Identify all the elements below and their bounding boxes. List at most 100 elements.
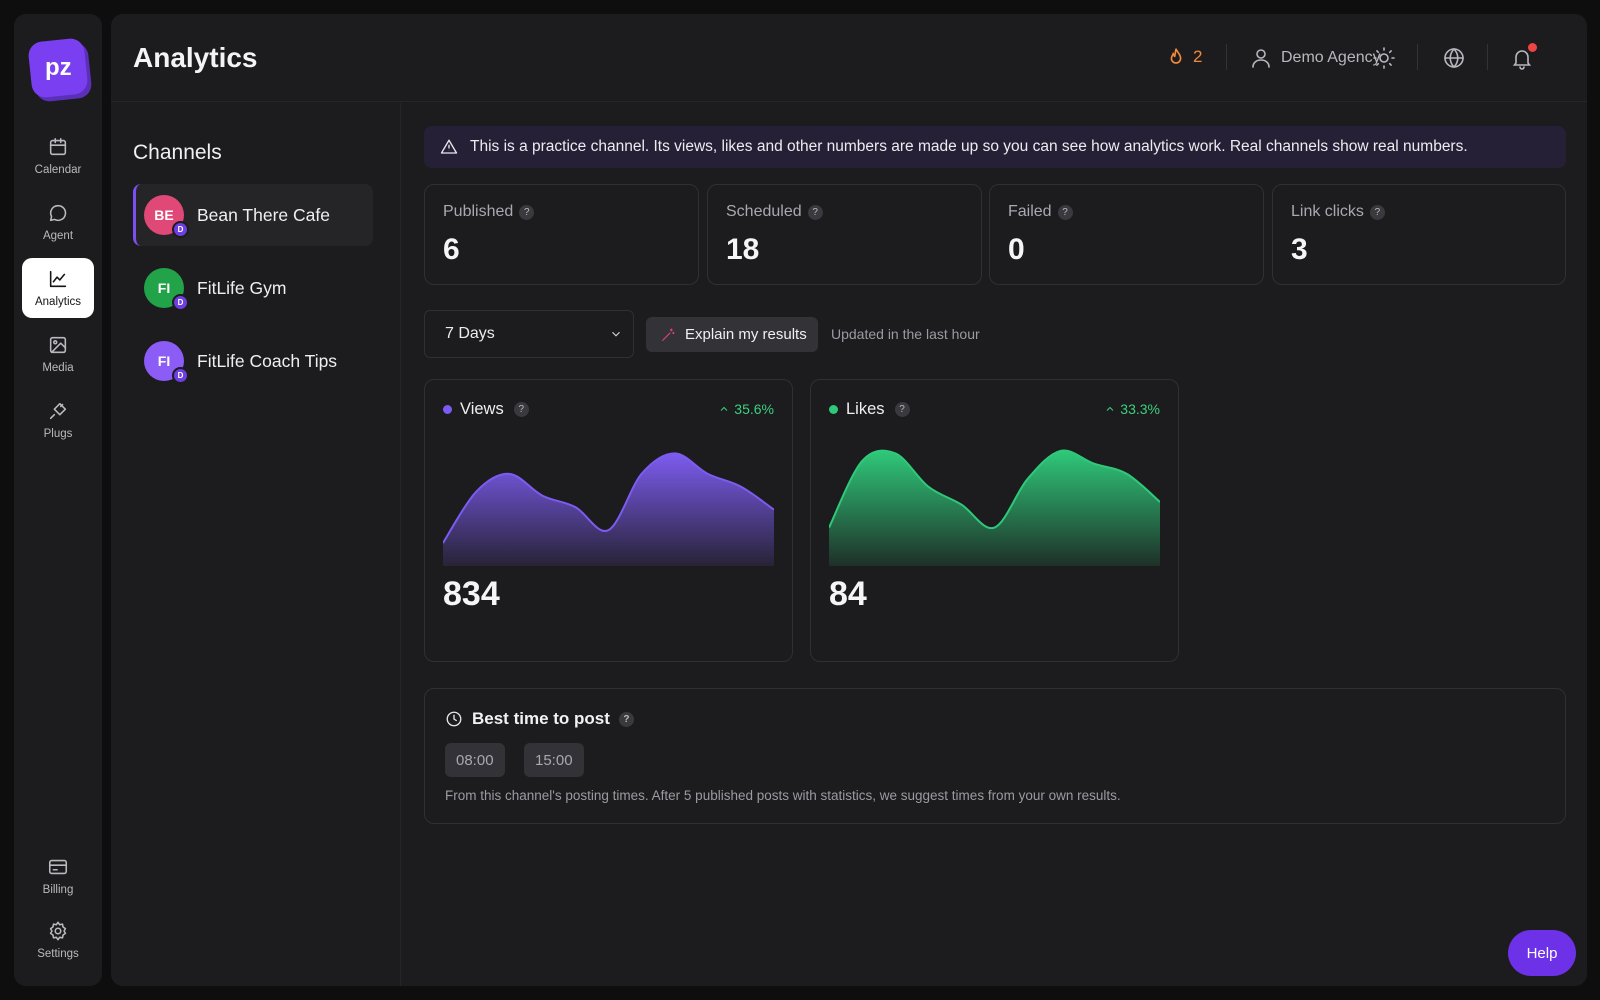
nav-label: Media [42, 362, 74, 374]
channel-avatar: FI D [144, 341, 189, 384]
views-chart-card: Views ? 35.6% 834 [424, 379, 793, 662]
streak-count: 2 [1193, 47, 1203, 66]
help-icon[interactable]: ? [618, 711, 634, 727]
likes-chart-card: Likes ? 33.3% 84 [810, 379, 1179, 662]
stat-card-scheduled: Scheduled? 18 [707, 184, 982, 285]
stat-value: 3 [1291, 233, 1308, 266]
channel-item-bean-there-cafe[interactable]: BE D Bean There Cafe [133, 184, 373, 246]
main-panel: Analytics 2 Demo Agency Channels BE D Be… [111, 14, 1587, 986]
nav-billing[interactable]: Billing [22, 846, 94, 906]
nav-analytics[interactable]: Analytics [22, 258, 94, 318]
notifications-button[interactable] [1510, 43, 1537, 70]
avatar-initials: BE [154, 207, 174, 223]
updated-status: Updated in the last hour [831, 326, 980, 342]
nav-settings[interactable]: Settings [22, 910, 94, 970]
likes-area-chart [829, 449, 1160, 566]
magic-wand-icon [662, 327, 675, 341]
chevron-up-icon [1106, 406, 1114, 411]
flame-icon [1170, 48, 1182, 64]
avatar-initials: FI [157, 353, 171, 369]
date-range-select[interactable]: 7 Days [424, 310, 634, 358]
change-value: 35.6% [734, 401, 774, 417]
user-name: Demo Agency [1281, 49, 1381, 66]
best-time-title-text: Best time to post [472, 709, 610, 728]
logo-mark: pz [27, 37, 89, 99]
series-name: Views [460, 400, 504, 418]
time-chip[interactable]: 08:00 [445, 743, 505, 777]
channel-item-fitlife-coach-tips[interactable]: FI D FitLife Coach Tips [133, 330, 373, 392]
stat-card-failed: Failed? 0 [989, 184, 1264, 285]
change-value: 33.3% [1120, 401, 1160, 417]
nav-agent[interactable]: Agent [22, 192, 94, 252]
practice-channel-banner: This is a practice channel. Its views, l… [424, 126, 1566, 168]
streak-counter[interactable]: 2 [1165, 46, 1202, 68]
nav-label: Settings [37, 948, 79, 960]
nav-label: Agent [42, 230, 74, 242]
channel-item-fitlife-gym[interactable]: FI D FitLife Gym [133, 257, 373, 319]
channel-badge: D [172, 221, 189, 238]
nav-label: Billing [42, 884, 74, 896]
top-bar: Analytics 2 Demo Agency [111, 14, 1587, 102]
channel-avatar: FI D [144, 268, 189, 311]
stat-value: 6 [443, 233, 460, 266]
time-chip[interactable]: 15:00 [524, 743, 584, 777]
app-logo[interactable]: pz [27, 37, 93, 103]
help-icon[interactable]: ? [1369, 204, 1385, 220]
best-time-card: Best time to post ? 08:00 15:00 From thi… [424, 688, 1566, 824]
views-area-chart [443, 452, 774, 566]
channel-name: FitLife Gym [197, 277, 287, 298]
stat-label-text: Failed [1008, 203, 1052, 220]
stat-label-text: Published [443, 203, 514, 220]
stat-value: 18 [726, 233, 760, 266]
stat-label: Failed? [1008, 203, 1073, 221]
account-menu[interactable]: Demo Agency [1249, 46, 1381, 70]
theme-toggle[interactable] [1372, 46, 1396, 70]
page-title: Analytics [133, 42, 258, 73]
stat-card-link-clicks: Link clicks? 3 [1272, 184, 1566, 285]
gear-icon [49, 921, 67, 941]
image-icon [49, 336, 67, 354]
change-indicator: 33.3% [1104, 401, 1160, 417]
divider [1226, 44, 1227, 70]
help-icon[interactable]: ? [894, 402, 910, 417]
explain-label: Explain my results [685, 326, 807, 343]
stat-label-text: Scheduled [726, 203, 802, 220]
help-icon[interactable]: ? [513, 402, 529, 417]
stat-label: Published? [443, 203, 535, 221]
nav-label: Analytics [34, 296, 82, 308]
divider [1417, 44, 1418, 70]
chart-legend: Views ? [443, 400, 529, 419]
sun-icon [1373, 47, 1395, 69]
legend-dot [443, 405, 452, 414]
nav-media[interactable]: Media [22, 324, 94, 384]
side-nav: pz Calendar Agent Analytics Media Plugs … [14, 14, 102, 986]
nav-calendar[interactable]: Calendar [22, 126, 94, 186]
channels-panel: Channels BE D Bean There Cafe FI D FitLi… [111, 103, 401, 986]
channels-title: Channels [133, 141, 222, 164]
calendar-icon [49, 137, 67, 156]
area-fill [443, 453, 774, 566]
language-selector[interactable] [1442, 46, 1466, 70]
series-name: Likes [846, 400, 885, 418]
help-icon[interactable]: ? [807, 204, 823, 220]
channel-avatar: BE D [144, 195, 189, 238]
help-icon[interactable]: ? [1057, 204, 1073, 220]
nav-plugs[interactable]: Plugs [22, 390, 94, 450]
help-button[interactable]: Help [1508, 930, 1576, 976]
banner-text: This is a practice channel. Its views, l… [470, 138, 1468, 155]
line-chart-icon [49, 270, 67, 288]
divider [1487, 44, 1488, 70]
chat-bubble-icon [49, 204, 67, 222]
nav-label: Plugs [43, 428, 73, 440]
logo-text: pz [44, 54, 72, 82]
plug-icon [49, 402, 67, 420]
channel-badge: D [172, 367, 189, 384]
stat-label: Link clicks? [1291, 203, 1385, 221]
likes-total: 84 [829, 575, 867, 613]
help-icon[interactable]: ? [519, 204, 535, 220]
clock-icon [446, 711, 462, 727]
chart-legend: Likes ? [829, 400, 910, 419]
credit-card-icon [48, 859, 68, 875]
explain-results-button[interactable]: Explain my results [646, 317, 818, 352]
channel-name: FitLife Coach Tips [197, 350, 338, 371]
